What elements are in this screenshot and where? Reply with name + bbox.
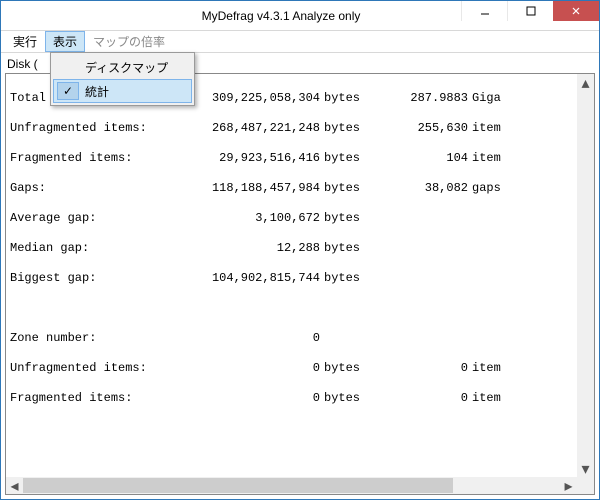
scroll-track[interactable] <box>23 477 560 494</box>
stat-rv: 0 <box>368 391 468 406</box>
stat-bytes: 29,923,516,416 <box>160 151 320 166</box>
app-window: MyDefrag v4.3.1 Analyze only 実行 表示 マップの倍… <box>0 0 600 500</box>
dropdown-label: 統計 <box>85 83 109 100</box>
scroll-down-icon[interactable]: ▾ <box>577 460 594 477</box>
stat-rv: 255,630 <box>368 121 468 136</box>
stat-ru: gaps <box>468 181 508 196</box>
stats-panel: Total disk space:309,225,058,304bytes287… <box>6 74 594 494</box>
stat-label: Zone number: <box>10 331 160 346</box>
stat-unit: bytes <box>320 391 368 406</box>
vertical-scrollbar[interactable]: ▴ ▾ <box>577 74 594 477</box>
dropdown-item-diskmap[interactable]: ディスクマップ <box>53 55 192 79</box>
menu-run[interactable]: 実行 <box>5 31 45 52</box>
stat-label: Biggest gap: <box>10 271 160 286</box>
menu-view[interactable]: 表示 <box>45 31 85 52</box>
stat-label: Unfragmented items: <box>10 121 160 136</box>
stat-rv: 38,082 <box>368 181 468 196</box>
stat-bytes: 0 <box>160 331 320 346</box>
scroll-track[interactable] <box>577 91 594 460</box>
scroll-left-icon[interactable]: ◂ <box>6 477 23 494</box>
stat-label: Median gap: <box>10 241 160 256</box>
stat-label: Average gap: <box>10 211 160 226</box>
scroll-thumb[interactable] <box>23 478 453 493</box>
stat-unit: bytes <box>320 151 368 166</box>
stats-panel-container: Total disk space:309,225,058,304bytes287… <box>5 73 595 495</box>
stat-rv: 287.9883 <box>368 91 468 106</box>
stat-unit: bytes <box>320 181 368 196</box>
stat-bytes: 0 <box>160 391 320 406</box>
stat-bytes: 12,288 <box>160 241 320 256</box>
check-icon: ✓ <box>57 82 79 100</box>
titlebar: MyDefrag v4.3.1 Analyze only <box>1 1 599 31</box>
stat-unit: bytes <box>320 121 368 136</box>
scroll-corner <box>577 477 594 494</box>
stat-label: Gaps: <box>10 181 160 196</box>
stat-rv: 0 <box>368 361 468 376</box>
stat-bytes: 3,100,672 <box>160 211 320 226</box>
stat-ru: Giga <box>468 91 508 106</box>
stat-bytes: 118,188,457,984 <box>160 181 320 196</box>
stat-unit: bytes <box>320 271 368 286</box>
stat-label: Unfragmented items: <box>10 361 160 376</box>
stat-ru: item <box>468 121 508 136</box>
body: Disk ( Total disk space:309,225,058,304b… <box>1 53 599 499</box>
stat-bytes: 268,487,221,248 <box>160 121 320 136</box>
stat-bytes: 0 <box>160 361 320 376</box>
stat-label: Fragmented items: <box>10 391 160 406</box>
stat-unit: bytes <box>320 211 368 226</box>
stat-unit: bytes <box>320 361 368 376</box>
dropdown-item-stats[interactable]: ✓ 統計 <box>53 79 192 103</box>
scroll-up-icon[interactable]: ▴ <box>577 74 594 91</box>
window-buttons <box>461 1 599 30</box>
stat-unit: bytes <box>320 91 368 106</box>
close-button[interactable] <box>553 1 599 21</box>
view-dropdown: ディスクマップ ✓ 統計 <box>50 52 195 106</box>
stat-unit: bytes <box>320 241 368 256</box>
stat-ru: item <box>468 151 508 166</box>
window-title: MyDefrag v4.3.1 Analyze only <box>1 9 461 23</box>
stat-bytes: 104,902,815,744 <box>160 271 320 286</box>
menubar: 実行 表示 マップの倍率 <box>1 31 599 53</box>
check-icon <box>57 58 79 76</box>
stat-ru: item <box>468 361 508 376</box>
stat-rv: 104 <box>368 151 468 166</box>
scroll-right-icon[interactable]: ▸ <box>560 477 577 494</box>
horizontal-scrollbar[interactable]: ◂ ▸ <box>6 477 577 494</box>
dropdown-label: ディスクマップ <box>85 59 168 76</box>
stat-label: Fragmented items: <box>10 151 160 166</box>
menu-map-scale[interactable]: マップの倍率 <box>85 31 173 52</box>
minimize-button[interactable] <box>461 1 507 21</box>
stat-ru: item <box>468 391 508 406</box>
maximize-button[interactable] <box>507 1 553 21</box>
